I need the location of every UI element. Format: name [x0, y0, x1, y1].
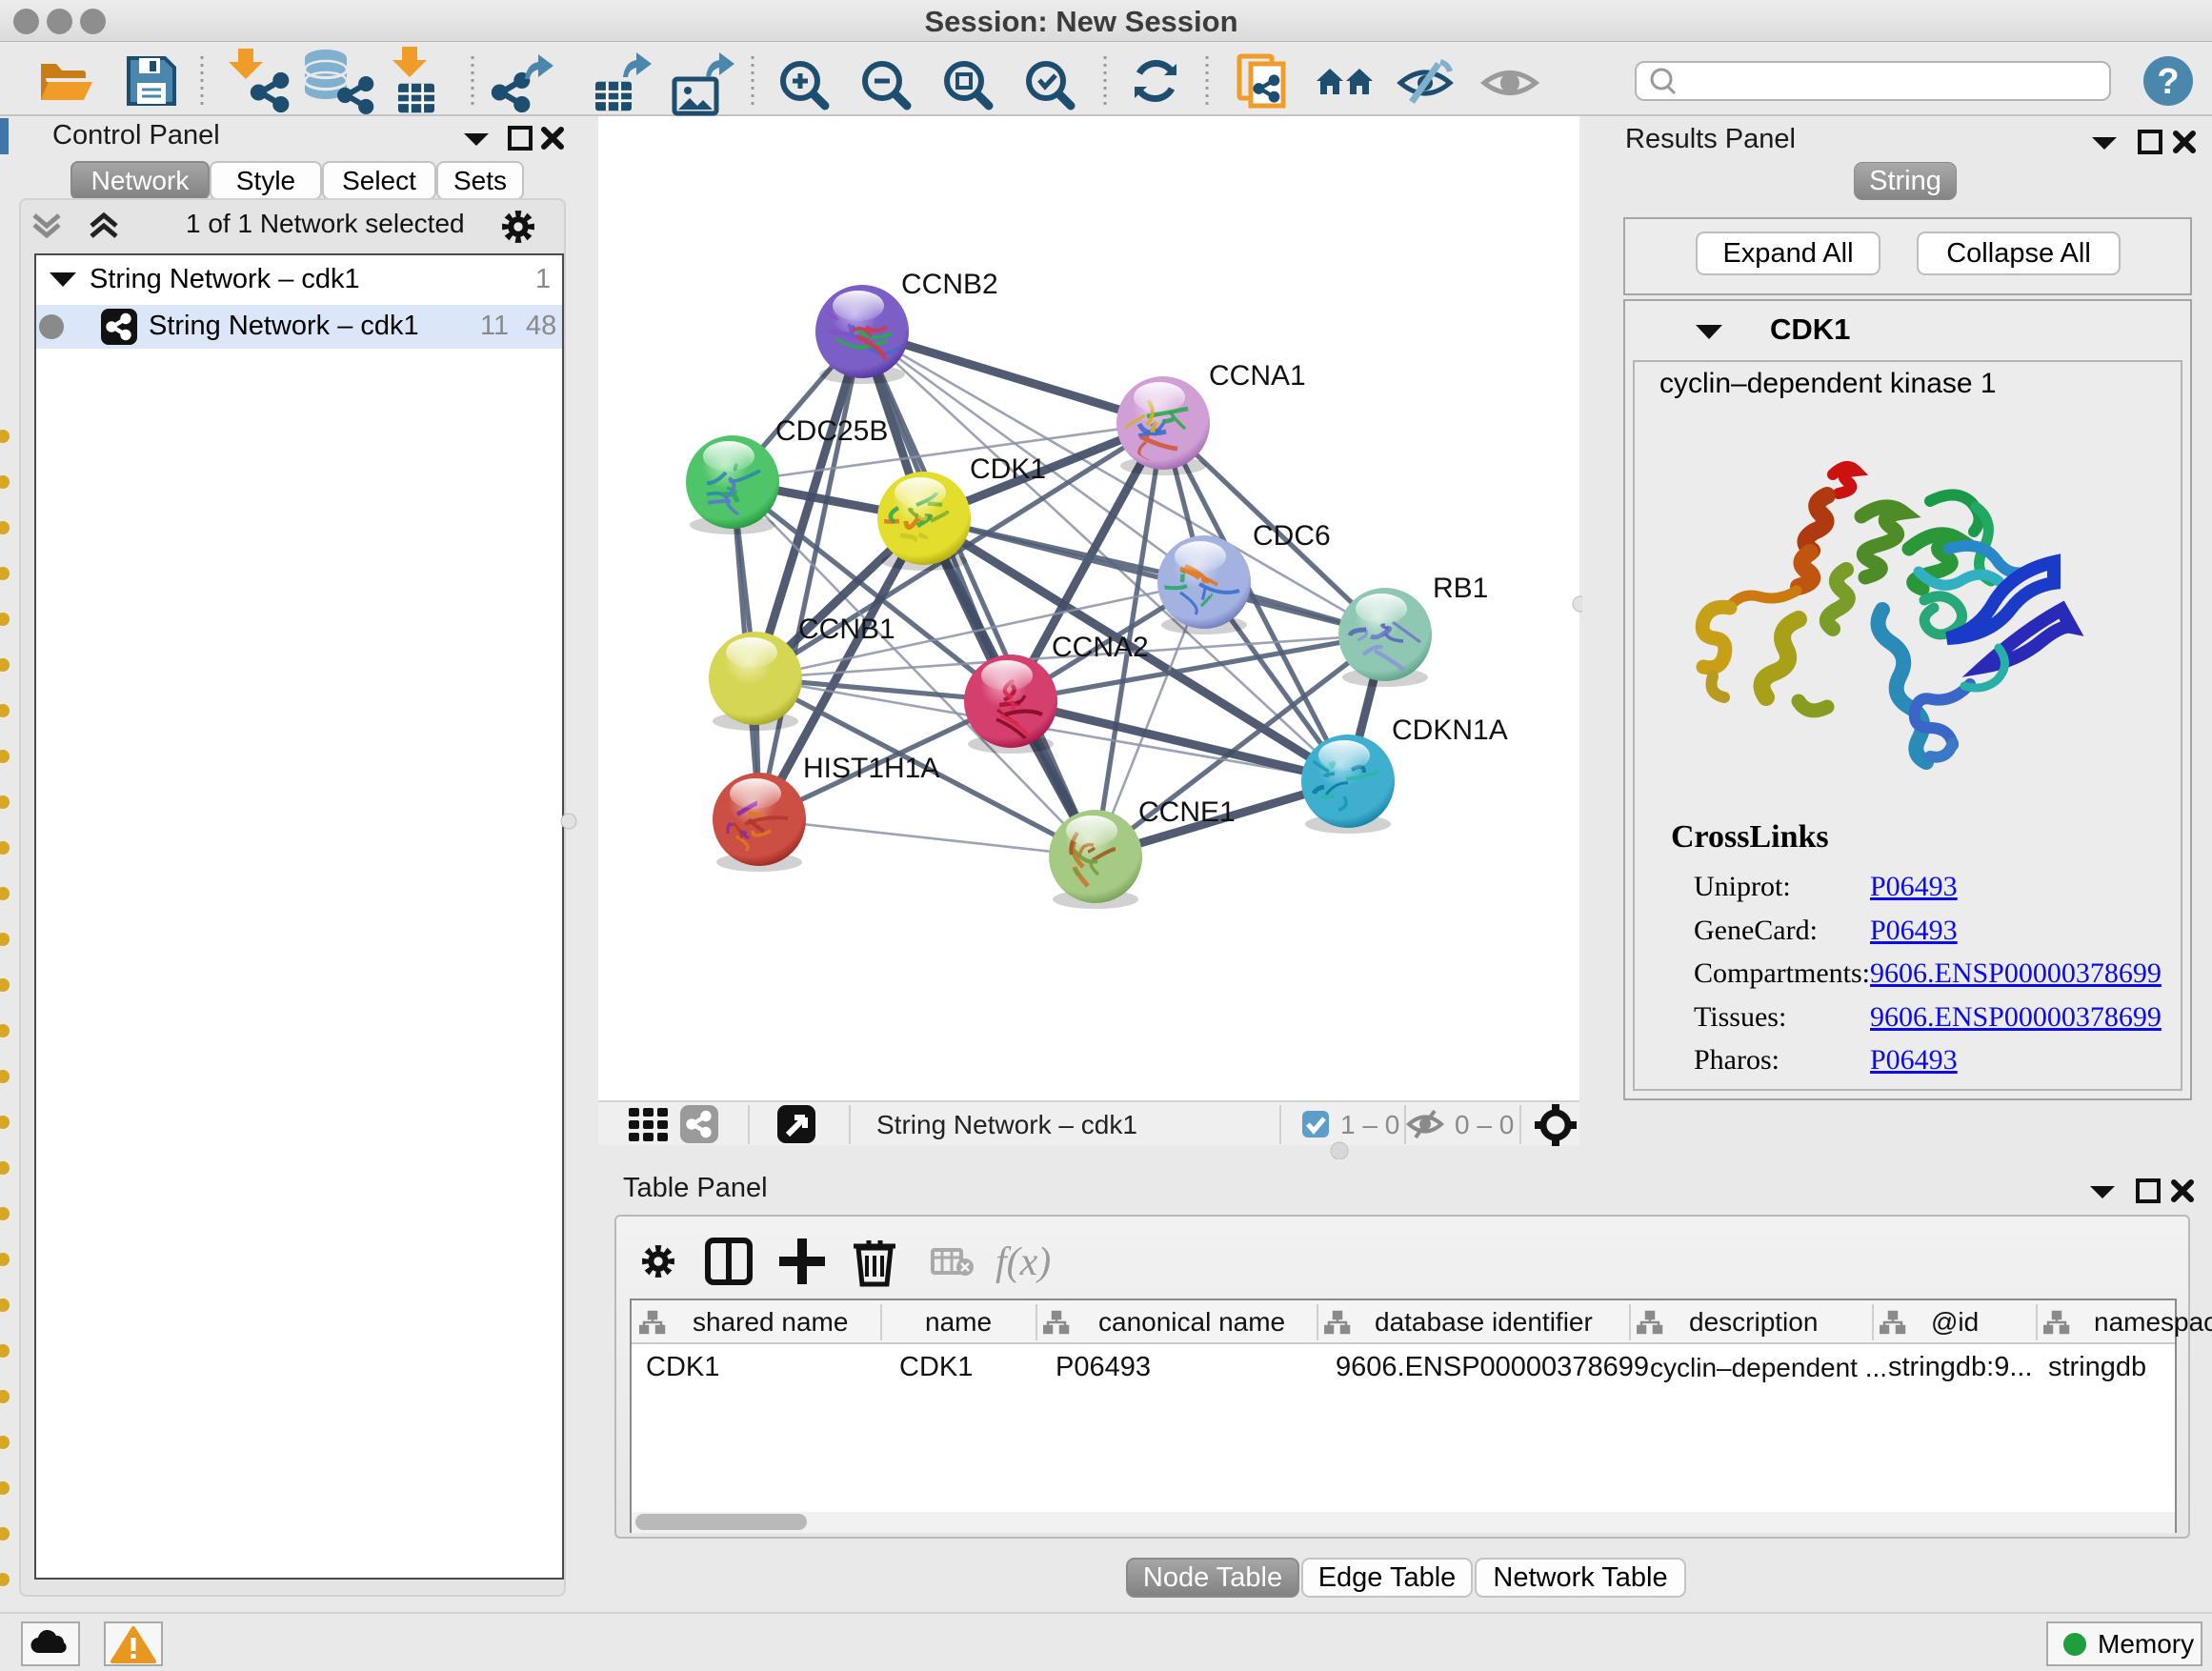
svg-text:CCNA1: CCNA1: [1209, 360, 1306, 392]
svg-text:CCNB1: CCNB1: [798, 614, 895, 645]
svg-text:CDC25B: CDC25B: [775, 415, 888, 447]
svg-text:RB1: RB1: [1433, 573, 1488, 604]
svg-text:CCNB2: CCNB2: [901, 269, 998, 300]
svg-text:CCNE1: CCNE1: [1138, 796, 1236, 828]
svg-text:?: ?: [2157, 62, 2179, 102]
svg-text:CDC6: CDC6: [1253, 520, 1331, 552]
svg-text:f(x): f(x): [995, 1240, 1051, 1284]
svg-text:HIST1H1A: HIST1H1A: [803, 753, 939, 784]
svg-text:CCNA2: CCNA2: [1052, 632, 1149, 663]
svg-text:CDK1: CDK1: [970, 453, 1046, 485]
svg-text:CDKN1A: CDKN1A: [1392, 715, 1508, 746]
